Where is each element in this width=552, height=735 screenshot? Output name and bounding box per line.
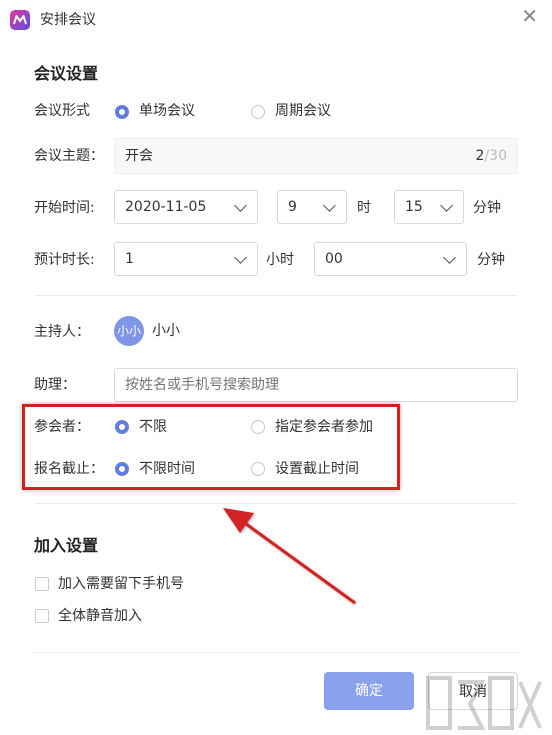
- start-date-select[interactable]: 2020-11-05: [114, 190, 258, 224]
- start-minute-value: 15: [405, 199, 423, 215]
- cancel-button[interactable]: 取消: [428, 672, 518, 710]
- confirm-button[interactable]: 确定: [324, 672, 414, 710]
- meeting-format-label: 会议形式: [34, 103, 90, 119]
- duration-minutes-select[interactable]: 00: [314, 242, 467, 276]
- assistant-search-input[interactable]: [114, 368, 518, 402]
- highlight-annotation-box: [22, 404, 400, 490]
- chevron-down-icon: [440, 199, 453, 212]
- duration-label: 预计时长:: [34, 252, 95, 268]
- start-date-value: 2020-11-05: [125, 199, 207, 215]
- radio-recurring-meeting[interactable]: [251, 105, 265, 119]
- topic-char-counter: 2/30: [476, 139, 507, 173]
- host-label: 主持人：: [34, 324, 90, 340]
- minute-unit: 分钟: [473, 200, 501, 216]
- checkbox-mute-all-label[interactable]: 全体静音加入: [58, 606, 142, 626]
- assistant-label: 助理：: [34, 377, 76, 393]
- checkbox-mute-all[interactable]: [35, 609, 49, 623]
- chevron-down-icon: [234, 251, 247, 264]
- divider: [34, 503, 518, 504]
- radio-single-meeting-label[interactable]: 单场会议: [139, 101, 195, 121]
- chevron-down-icon: [234, 199, 247, 212]
- start-hour-select[interactable]: 9: [277, 190, 347, 224]
- avatar: 小小: [114, 316, 144, 346]
- divider: [34, 652, 518, 653]
- start-minute-select[interactable]: 15: [394, 190, 464, 224]
- section-title-join-settings: 加入设置: [34, 536, 99, 555]
- meeting-topic-value: 开会: [125, 148, 153, 164]
- window-title: 安排会议: [40, 12, 96, 28]
- checkbox-require-phone[interactable]: [35, 577, 49, 591]
- radio-recurring-meeting-label[interactable]: 周期会议: [275, 101, 331, 121]
- chevron-down-icon: [323, 199, 336, 212]
- app-logo-icon: [10, 10, 30, 30]
- duration-hours-value: 1: [125, 251, 134, 267]
- start-time-label: 开始时间:: [34, 200, 95, 216]
- close-icon[interactable]: ✕: [521, 6, 538, 26]
- duration-hours-select[interactable]: 1: [114, 242, 258, 276]
- hour-unit: 时: [357, 200, 371, 216]
- radio-single-meeting[interactable]: [115, 105, 129, 119]
- title-bar: 安排会议 ✕: [0, 0, 552, 40]
- divider: [34, 295, 518, 296]
- duration-minutes-unit: 分钟: [477, 252, 505, 268]
- start-hour-value: 9: [288, 199, 297, 215]
- section-title-meeting-settings: 会议设置: [34, 64, 99, 83]
- duration-minutes-value: 00: [325, 251, 343, 267]
- meeting-topic-input[interactable]: 开会 2/30: [114, 138, 518, 174]
- checkbox-require-phone-label[interactable]: 加入需要留下手机号: [58, 574, 184, 594]
- chevron-down-icon: [443, 251, 456, 264]
- duration-hours-unit: 小时: [266, 252, 294, 268]
- topic-char-max: /30: [484, 148, 507, 164]
- host-name: 小小: [152, 323, 180, 339]
- meeting-topic-label: 会议主题：: [34, 148, 104, 164]
